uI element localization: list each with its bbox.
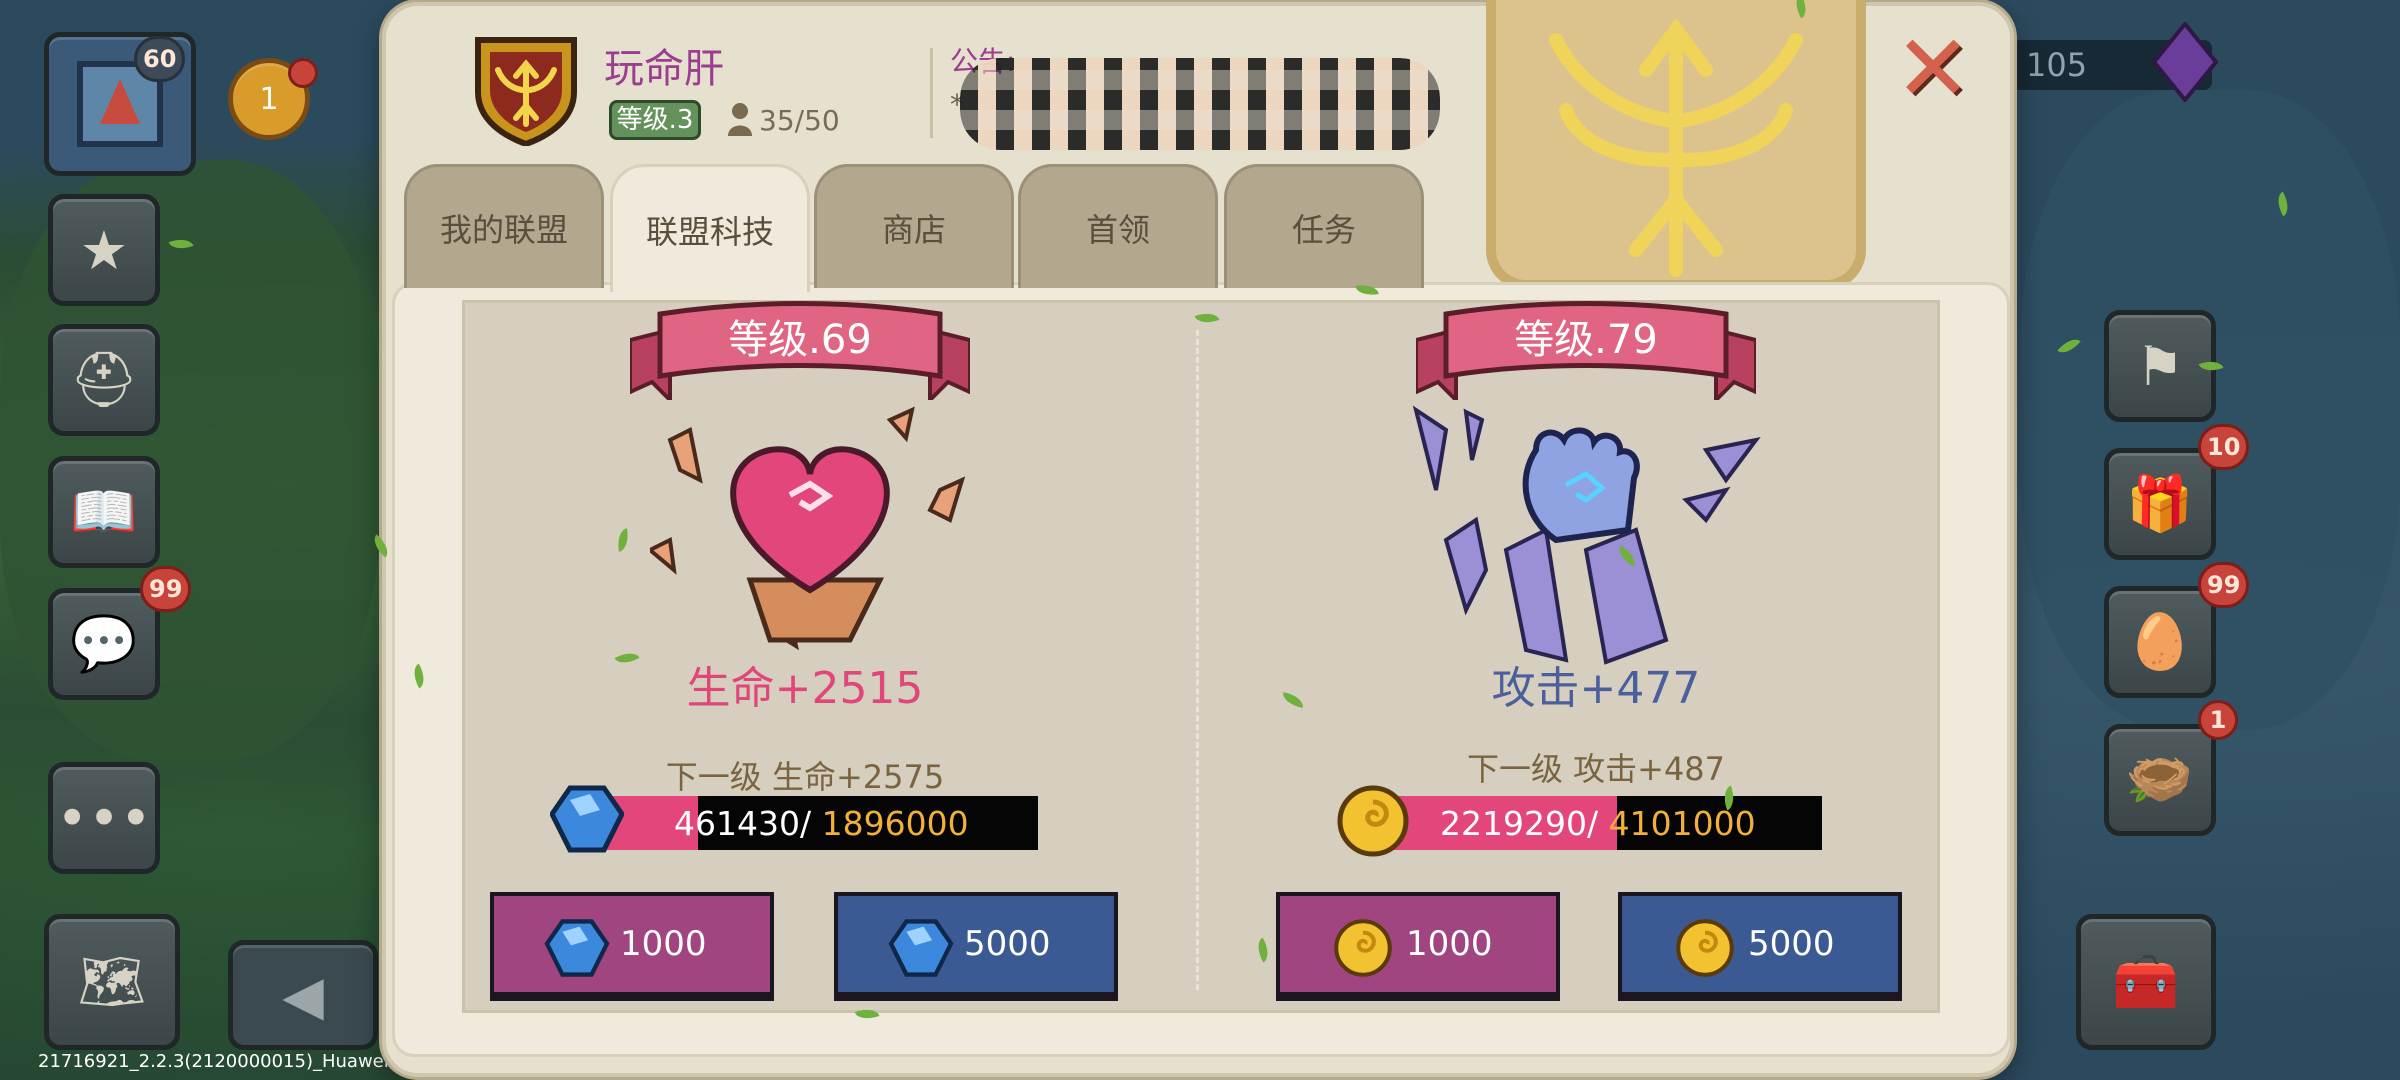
notice-redacted-area xyxy=(960,58,1440,150)
tab-shop[interactable]: 商店 xyxy=(814,164,1014,288)
gem-count-text: 105 xyxy=(2026,46,2088,84)
atk-level-ribbon: 等级.79 xyxy=(1414,300,1758,405)
nest-icon: 🪹 xyxy=(2126,748,2194,811)
donate-amount: 5000 xyxy=(964,924,1051,964)
egg-button[interactable]: 🥚 xyxy=(2104,586,2216,698)
version-label: 21716921_2.2.3(2120000015)_Huawei xyxy=(38,1051,389,1072)
atk-progress-bar: 2219290/ 4101000 xyxy=(1376,796,1822,850)
tab-label: 任务 xyxy=(1291,210,1356,249)
gold-coin-icon xyxy=(1676,919,1734,977)
book-icon: 📖 xyxy=(70,480,138,543)
hp-next-level: 下一级 生命+2575 xyxy=(665,758,945,796)
star-icon: ★ xyxy=(79,218,129,282)
hp-progress-max: 1896000 xyxy=(821,804,969,843)
close-button[interactable]: ✕ xyxy=(1894,23,1972,115)
codex-button[interactable]: 📖 xyxy=(48,456,160,568)
fist-crystal-icon xyxy=(1406,400,1766,670)
chest-icon: 🧰 xyxy=(2112,950,2180,1013)
phoenix-emblem-icon xyxy=(1549,18,1803,277)
gift-button[interactable]: 🎁 xyxy=(2104,448,2216,560)
atk-next-level: 下一级 攻击+487 xyxy=(1466,750,1726,788)
guild-flag-decoration xyxy=(1486,0,1866,290)
atk-progress-text: 2219290/ 4101000 xyxy=(1440,804,1756,844)
guild-level-tag: 等级.3 xyxy=(609,100,701,140)
atk-donate-5000-button[interactable]: 5000 xyxy=(1618,892,1902,996)
egg-icon: 🥚 xyxy=(2126,610,2194,673)
atk-stat: 攻击+477 xyxy=(1491,663,1701,714)
more-button[interactable]: ••• xyxy=(48,762,160,874)
member-count-text: 35/50 xyxy=(759,104,840,137)
nest-badge: 1 xyxy=(2198,700,2238,740)
gem-icon xyxy=(2150,20,2220,104)
nest-button[interactable]: 🪹 xyxy=(2104,724,2216,836)
hp-donate-5000-button[interactable]: 5000 xyxy=(834,892,1118,996)
hp-progress-text: 461430/ 1896000 xyxy=(674,804,969,844)
guild-name: 玩命肝 xyxy=(604,46,724,92)
arrow-left-icon: ◀ xyxy=(282,963,324,1027)
hp-level-ribbon: 等级.69 xyxy=(628,300,972,405)
level-orb-text: 1 xyxy=(259,81,279,117)
hp-level-text: 等级.69 xyxy=(728,317,872,363)
tab-label: 联盟科技 xyxy=(645,212,774,251)
atk-level-text: 等级.79 xyxy=(1514,317,1658,363)
donate-amount: 1000 xyxy=(1406,924,1493,964)
atk-progress-max: 4101000 xyxy=(1608,804,1756,843)
hp-donate-1000-button[interactable]: 1000 xyxy=(490,892,774,996)
tab-my-guild[interactable]: 我的联盟 xyxy=(404,164,604,288)
hp-progress-bar: 461430/ 1896000 xyxy=(588,796,1038,850)
gold-coin-icon xyxy=(1336,784,1410,858)
chat-button[interactable]: 💬 xyxy=(48,588,160,700)
hp-stat: 生命+2515 xyxy=(686,663,924,714)
tab-label: 我的联盟 xyxy=(439,210,568,249)
ellipsis-icon: ••• xyxy=(56,786,152,850)
guild-emblem-icon xyxy=(470,30,582,148)
banner-icon: ⚑ xyxy=(2135,334,2185,398)
tab-guild-tech[interactable]: 联盟科技 xyxy=(610,164,810,292)
tab-label: 商店 xyxy=(881,210,946,249)
atk-progress-current: 2219290/ xyxy=(1440,804,1599,843)
avatar-level-badge: 60 xyxy=(134,36,186,82)
member-count: 35/50 xyxy=(733,104,840,137)
hp-progress-current: 461430/ xyxy=(674,804,812,843)
heart-crystal-icon xyxy=(646,400,970,651)
notification-dot xyxy=(288,58,318,88)
gift-icon: 🎁 xyxy=(2126,472,2194,535)
tab-label: 首领 xyxy=(1085,210,1150,249)
helmet-icon: ⛑ xyxy=(69,348,139,411)
chat-badge: 99 xyxy=(140,566,192,612)
chest-button[interactable]: 🧰 xyxy=(2076,914,2216,1050)
donate-amount: 1000 xyxy=(620,924,707,964)
blue-gem-icon xyxy=(888,919,954,977)
header-divider xyxy=(930,48,933,138)
chat-icon: 💬 xyxy=(70,612,138,675)
board-divider xyxy=(1196,330,1199,990)
hero-button[interactable]: ⛑ xyxy=(48,324,160,436)
collapse-arrow-button[interactable]: ◀ xyxy=(228,940,378,1050)
map-button[interactable]: 🗺 xyxy=(44,914,180,1050)
gold-coin-icon xyxy=(1334,919,1392,977)
egg-badge: 99 xyxy=(2198,562,2250,608)
scroll-map-icon: 🗺 xyxy=(77,950,147,1013)
donate-amount: 5000 xyxy=(1748,924,1835,964)
tab-boss[interactable]: 首领 xyxy=(1018,164,1218,288)
blue-gem-icon xyxy=(549,784,625,854)
close-icon: ✕ xyxy=(1894,15,1972,122)
atk-donate-1000-button[interactable]: 1000 xyxy=(1276,892,1560,996)
tab-tasks[interactable]: 任务 xyxy=(1224,164,1424,288)
favorites-button[interactable]: ★ xyxy=(48,194,160,306)
gift-badge: 10 xyxy=(2198,424,2250,470)
blue-gem-icon xyxy=(544,919,610,977)
